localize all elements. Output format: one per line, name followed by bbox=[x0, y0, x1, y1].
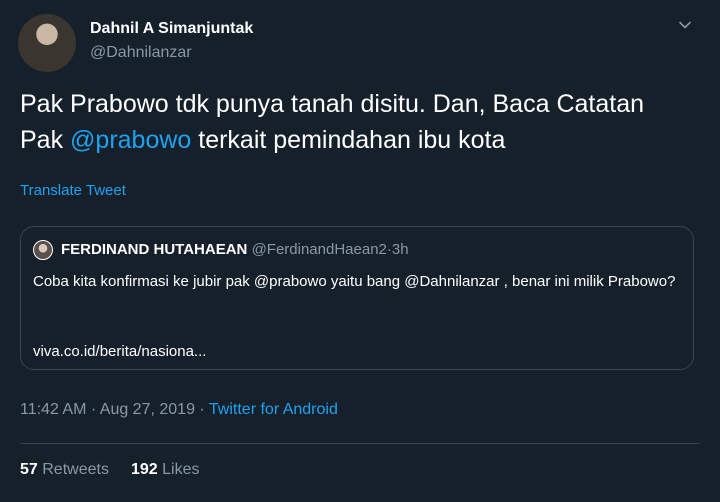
author-name[interactable]: Dahnil A Simanjuntak bbox=[90, 20, 253, 38]
divider bbox=[20, 443, 700, 444]
tweet-text: Pak Prabowo tdk punya tanah disitu. Dan,… bbox=[20, 86, 700, 158]
author-handle[interactable]: @Dahnilanzar bbox=[90, 44, 192, 62]
translate-tweet-link[interactable]: Translate Tweet bbox=[20, 182, 126, 199]
meta-separator-2: · bbox=[199, 401, 205, 418]
likes-count: 192 bbox=[130, 461, 158, 478]
quoted-avatar[interactable] bbox=[33, 240, 53, 260]
meta-separator-1: · bbox=[90, 401, 97, 418]
quoted-link[interactable]: viva.co.id/berita/nasiona... bbox=[33, 343, 206, 360]
retweets-count: 57 bbox=[20, 461, 38, 478]
likes-label: Likes bbox=[162, 461, 200, 478]
likes-stat[interactable]: 192 Likes bbox=[131, 461, 200, 478]
tweet-text-line2: Pak @prabowo terkait pemindahan ibu kota bbox=[20, 122, 700, 158]
tweet-meta: 11:42 AM · Aug 27, 2019 · Twitter for An… bbox=[20, 401, 338, 419]
tweet-date[interactable]: Aug 27, 2019 bbox=[100, 401, 195, 418]
tweet-time[interactable]: 11:42 AM bbox=[20, 401, 86, 418]
retweets-stat[interactable]: 57 Retweets bbox=[20, 461, 109, 478]
quoted-header: FERDINAND HUTAHAEAN @FerdinandHaean2·3h bbox=[61, 241, 409, 258]
tweet-text-post: terkait pemindahan ibu kota bbox=[191, 126, 506, 154]
quoted-tweet[interactable]: FERDINAND HUTAHAEAN @FerdinandHaean2·3h … bbox=[20, 226, 694, 370]
mention-link[interactable]: @prabowo bbox=[70, 126, 191, 154]
tweet-source[interactable]: Twitter for Android bbox=[209, 401, 338, 418]
tweet-stats: 57 Retweets 192 Likes bbox=[20, 461, 199, 479]
tweet-text-pre: Pak bbox=[20, 126, 71, 154]
chevron-down-icon[interactable] bbox=[676, 16, 694, 34]
quoted-author-name[interactable]: FERDINAND HUTAHAEAN bbox=[61, 241, 247, 258]
tweet-text-line1: Pak Prabowo tdk punya tanah disitu. Dan,… bbox=[20, 90, 644, 118]
quoted-text: Coba kita konfirmasi ke jubir pak @prabo… bbox=[33, 273, 676, 290]
quoted-time[interactable]: 3h bbox=[392, 241, 409, 258]
quoted-author-handle[interactable]: @FerdinandHaean2 bbox=[252, 241, 387, 258]
retweets-label: Retweets bbox=[42, 461, 109, 478]
avatar[interactable] bbox=[18, 14, 76, 72]
tweet-card: Dahnil A Simanjuntak @Dahnilanzar Pak Pr… bbox=[0, 0, 720, 502]
